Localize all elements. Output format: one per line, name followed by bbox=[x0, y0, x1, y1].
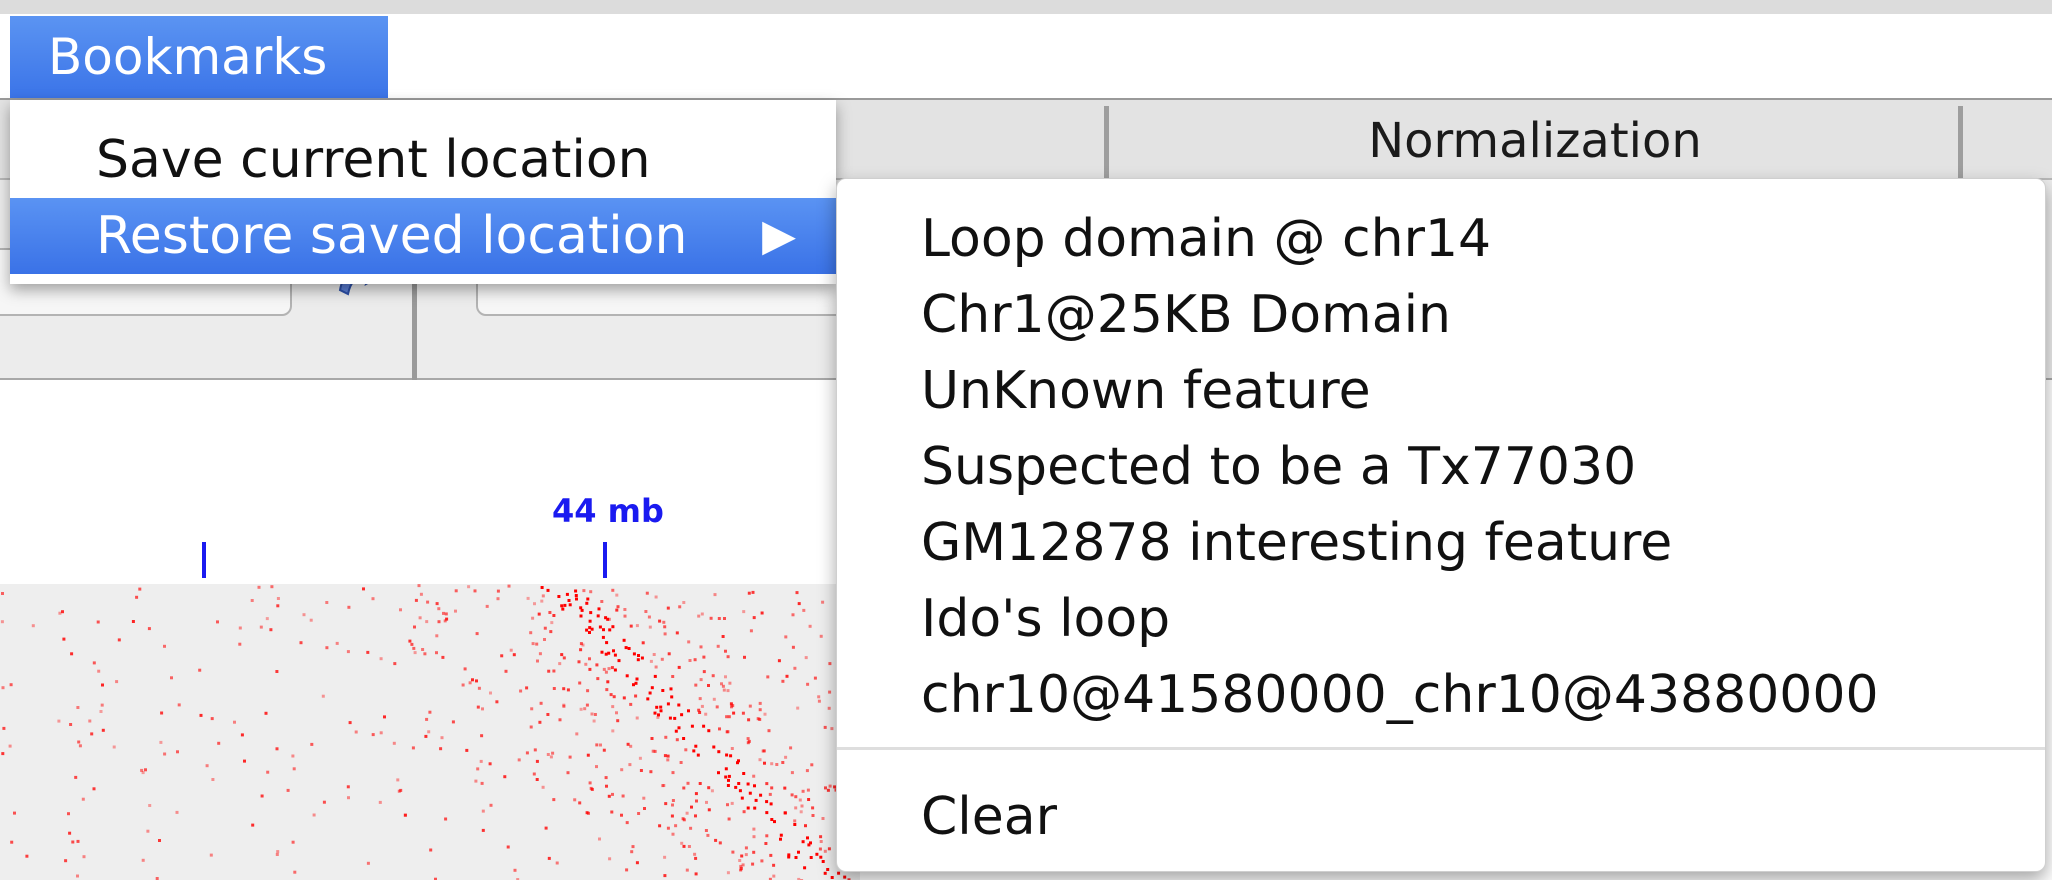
ruler-tick bbox=[603, 542, 607, 578]
saved-location-item[interactable]: Chr1@25KB Domain bbox=[921, 277, 1451, 353]
saved-location-item[interactable]: UnKnown feature bbox=[921, 353, 1371, 429]
ruler-tick bbox=[202, 542, 206, 578]
submenu-arrow-icon: ▶ bbox=[762, 210, 796, 261]
restore-saved-location-label: Restore saved location bbox=[96, 206, 688, 266]
contact-heatmap[interactable] bbox=[0, 584, 860, 880]
menu-separator bbox=[837, 747, 2045, 750]
saved-location-item[interactable]: Suspected to be a Tx77030 bbox=[921, 429, 1636, 505]
saved-locations-submenu: Loop domain @ chr14 Chr1@25KB Domain UnK… bbox=[836, 178, 2046, 872]
save-current-location-item[interactable]: Save current location bbox=[10, 122, 836, 198]
saved-location-item[interactable]: chr10@41580000_chr10@43880000 bbox=[921, 657, 1879, 733]
menu-bar: Bookmarks bbox=[0, 14, 2052, 101]
restore-saved-location-item[interactable]: Restore saved location ▶ bbox=[10, 198, 836, 274]
clear-bookmarks-item[interactable]: Clear bbox=[921, 779, 1057, 855]
normalization-header: Normalization bbox=[1368, 113, 1702, 169]
saved-location-item[interactable]: Loop domain @ chr14 bbox=[921, 201, 1491, 277]
bookmarks-dropdown: Save current location Restore saved loca… bbox=[10, 100, 836, 284]
bookmarks-menu-title[interactable]: Bookmarks bbox=[10, 16, 388, 98]
ruler-label: 44 mb bbox=[552, 492, 664, 530]
saved-location-item[interactable]: GM12878 interesting feature bbox=[921, 505, 1672, 581]
window-top-strip bbox=[0, 0, 2052, 15]
header-divider bbox=[1104, 106, 1109, 178]
saved-location-item[interactable]: Ido's loop bbox=[921, 581, 1170, 657]
